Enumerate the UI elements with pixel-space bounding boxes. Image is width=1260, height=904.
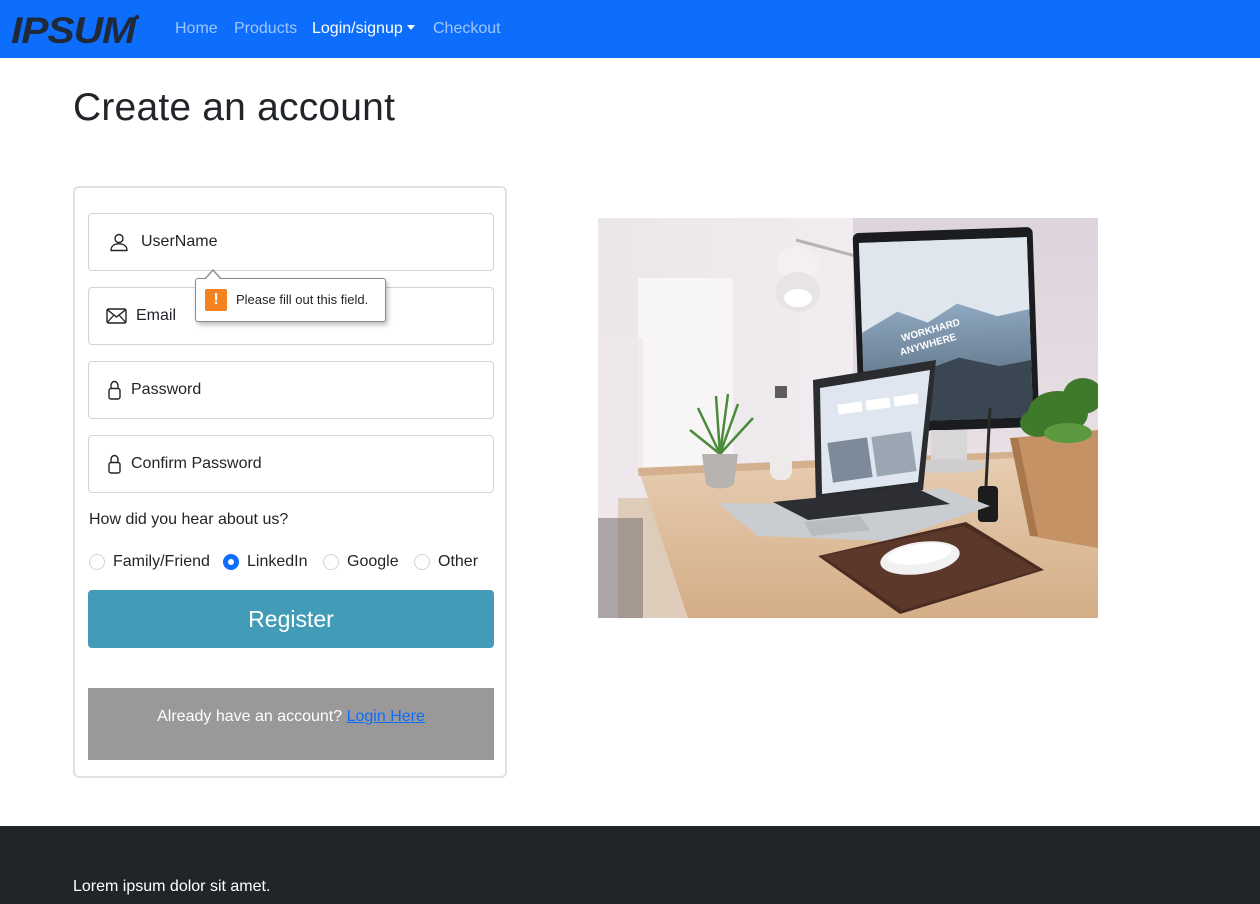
radio-circle [414, 554, 430, 570]
registration-form-card: UserName Email Password Confirm Password… [73, 186, 507, 778]
validation-tooltip: ! Please fill out this field. [195, 269, 386, 322]
radio-label: Google [347, 553, 399, 570]
confirm-password-placeholder: Confirm Password [131, 455, 262, 472]
confirm-password-input[interactable]: Confirm Password [88, 435, 494, 493]
radio-circle [89, 554, 105, 570]
email-placeholder: Email [136, 307, 177, 324]
warning-icon: ! [205, 289, 227, 311]
tooltip-arrow-fill [205, 271, 221, 280]
radio-circle-checked [223, 554, 239, 570]
username-input[interactable]: UserName [88, 213, 494, 271]
radio-circle [323, 554, 339, 570]
envelope-icon [106, 308, 127, 324]
page-footer: Lorem ipsum dolor sit amet. [0, 826, 1260, 904]
page-title: Create an account [73, 86, 396, 129]
username-placeholder: UserName [141, 233, 218, 250]
referral-question: How did you hear about us? [89, 511, 289, 528]
person-icon [110, 233, 128, 252]
register-button[interactable]: Register [88, 590, 494, 648]
login-here-link[interactable]: Login Here [347, 708, 425, 725]
nav-login-signup-label: Login/signup [312, 20, 403, 37]
password-input[interactable]: Password [88, 361, 494, 419]
footer-text: Lorem ipsum dolor sit amet. [73, 878, 271, 895]
nav-products-link[interactable]: Products [234, 20, 297, 38]
svg-text:IPSUM: IPSUM [11, 12, 137, 46]
login-prompt-text: Already have an account? [157, 708, 343, 725]
top-navbar: IPSUM Home Products Login/signup Checkou… [0, 0, 1260, 58]
caret-down-icon [406, 25, 415, 30]
lock-icon [108, 454, 121, 474]
tooltip-message: Please fill out this field. [236, 292, 369, 307]
radio-label: LinkedIn [247, 553, 308, 570]
lock-icon [108, 380, 121, 400]
radio-label: Other [438, 553, 479, 570]
password-placeholder: Password [131, 381, 202, 398]
login-prompt-box: Already have an account? Login Here [88, 688, 494, 760]
nav-home-link[interactable]: Home [175, 20, 218, 38]
radio-label: Family/Friend [113, 553, 210, 570]
nav-checkout-link[interactable]: Checkout [433, 20, 501, 38]
workspace-photo: WORKHARD ANYWHERE [598, 218, 1098, 618]
ipsum-logo[interactable]: IPSUM [11, 12, 141, 46]
nav-login-signup-dropdown[interactable]: Login/signup [312, 20, 415, 38]
